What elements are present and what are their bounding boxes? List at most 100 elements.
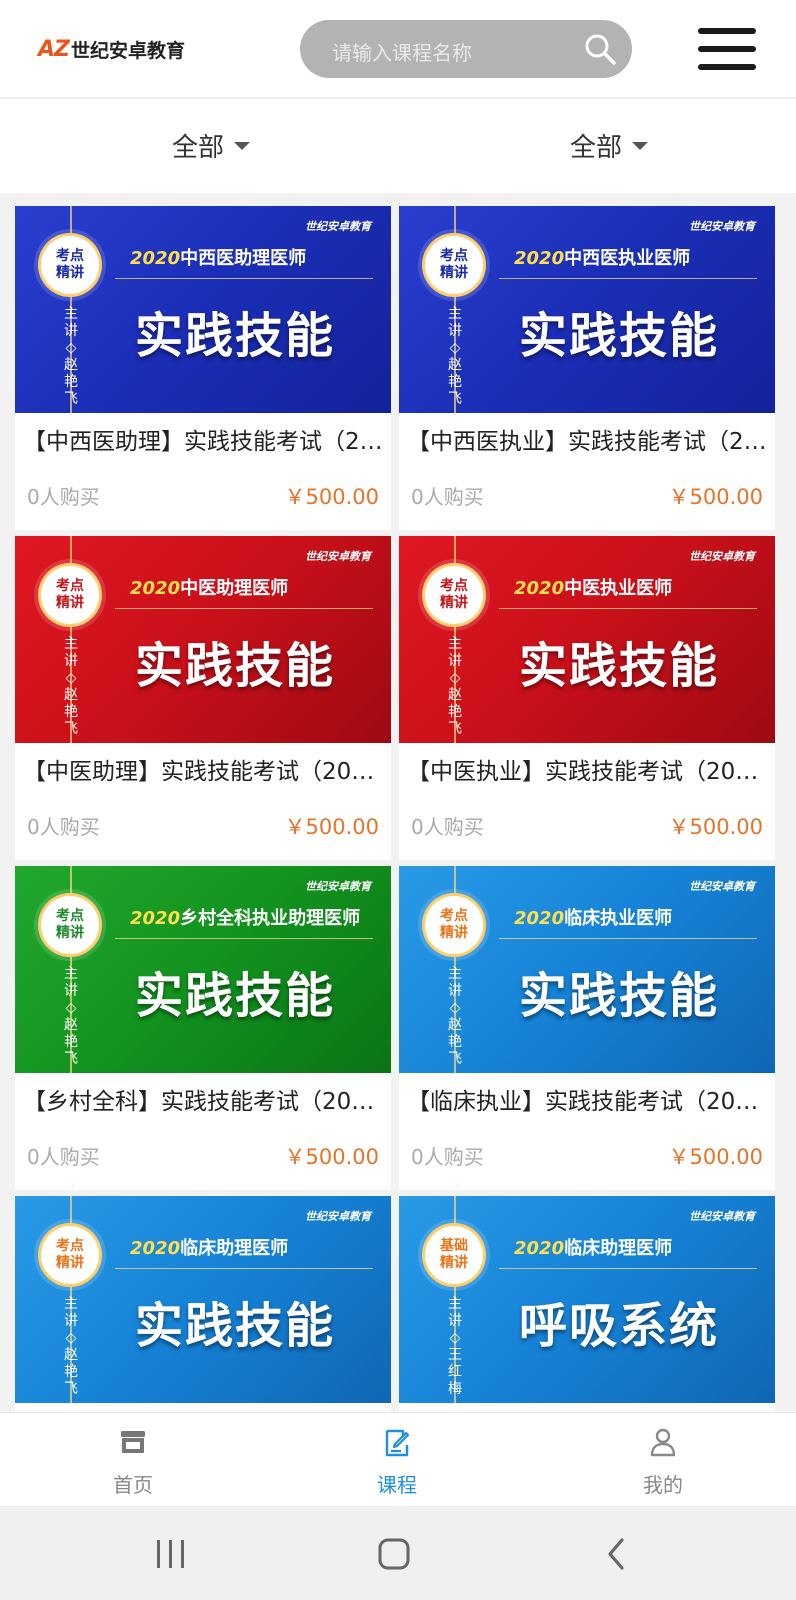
thumbnail-rule bbox=[115, 1268, 373, 1269]
brand-logo[interactable]: AZ 世纪安卓教育 bbox=[38, 36, 185, 62]
course-price: ￥500.00 bbox=[668, 815, 763, 839]
search-icon[interactable] bbox=[582, 31, 618, 67]
course-card[interactable]: 世纪安卓教育 考点 精讲 2020中医执业医师 实践技能 主讲◇赵艳飞 【中医执业】实践技能… bbox=[399, 536, 775, 860]
course-title[interactable]: 【乡村全科】实践技能考试（2020） bbox=[23, 1082, 385, 1116]
course-teacher: 主讲◇赵艳飞 bbox=[448, 306, 462, 407]
course-card[interactable]: 世纪安卓教育 考点 精讲 2020中西医执业医师 实践技能 主讲◇赵艳飞 【中西医执业】实践… bbox=[399, 206, 775, 530]
course-badge: 考点 精讲 bbox=[38, 893, 102, 957]
back-icon[interactable] bbox=[604, 1534, 630, 1574]
course-subtitle: 2020临床助理医师 bbox=[514, 1234, 672, 1260]
course-subtitle: 2020临床助理医师 bbox=[130, 1234, 288, 1260]
course-card[interactable]: 世纪安卓教育 考点 精讲 2020临床执业医师 实践技能 主讲◇赵艳飞 【临床执业】实践技能… bbox=[399, 866, 775, 1190]
course-thumbnail[interactable]: 世纪安卓教育 考点 精讲 2020临床执业医师 实践技能 主讲◇赵艳飞 bbox=[399, 866, 775, 1073]
thumbnail-brand: 世纪安卓教育 bbox=[305, 880, 371, 893]
bottom-tab-bar: 首页 课程 我的 bbox=[0, 1412, 796, 1506]
course-teacher: 主讲◇赵艳飞 bbox=[448, 966, 462, 1067]
course-badge: 考点 精讲 bbox=[38, 233, 102, 297]
badge-line-1: 考点 bbox=[56, 908, 84, 924]
thumbnail-rule bbox=[499, 938, 757, 939]
course-card[interactable]: 世纪安卓教育考点 精讲 2020乡村全科执业助理医师实践技能 主讲◇赵艳飞【乡村全科】… bbox=[15, 866, 391, 1190]
thumbnail-brand: 世纪安卓教育 bbox=[689, 1210, 755, 1223]
course-title[interactable]: 【中西医执业】实践技能考试（2020） bbox=[407, 422, 769, 456]
tab-courses[interactable]: 课程 bbox=[337, 1425, 457, 1498]
badge-line-1: 考点 bbox=[440, 248, 468, 264]
thumbnail-rule bbox=[499, 278, 757, 279]
tab-profile[interactable]: 我的 bbox=[603, 1425, 723, 1498]
badge-line-1: 考点 bbox=[56, 578, 84, 594]
caret-down-icon bbox=[632, 141, 649, 150]
home-icon[interactable] bbox=[376, 1534, 412, 1574]
buyer-count: 0人购买 bbox=[411, 485, 484, 509]
course-badge: 考点 精讲 bbox=[38, 1223, 102, 1287]
course-main-title: 呼吸系统 bbox=[518, 1298, 719, 1354]
course-thumbnail[interactable]: 世纪安卓教育 考点 精讲 2020临床助理医师 实践技能 主讲◇赵艳飞 bbox=[15, 1196, 391, 1403]
subtitle-year: 2020 bbox=[130, 1238, 181, 1259]
filter-dropdown-type[interactable]: 全部 bbox=[570, 127, 649, 164]
subtitle-year: 2020 bbox=[514, 1238, 565, 1259]
course-thumbnail[interactable]: 世纪安卓教育考点 精讲 2020中医助理医师实践技能 主讲◇赵艳飞 bbox=[15, 536, 391, 743]
course-thumbnail[interactable]: 世纪安卓教育 基础 精讲 2020临床助理医师 呼吸系统 主讲◇王红梅 bbox=[399, 1196, 775, 1403]
badge-line-2: 精讲 bbox=[440, 265, 468, 281]
badge-line-2: 精讲 bbox=[440, 925, 468, 941]
thumbnail-brand: 世纪安卓教育 bbox=[305, 550, 371, 563]
course-title[interactable]: 【中医执业】实践技能考试（2020） bbox=[407, 752, 769, 786]
course-teacher: 主讲◇赵艳飞 bbox=[64, 966, 78, 1067]
badge-line-1: 考点 bbox=[56, 1238, 84, 1254]
course-subtitle: 2020临床执业医师 bbox=[514, 904, 672, 930]
tab-label: 课程 bbox=[377, 1473, 417, 1497]
top-header: AZ 世纪安卓教育 请输入课程名称 bbox=[0, 0, 796, 98]
badge-line-1: 基础 bbox=[440, 1238, 468, 1254]
filter-bar: 全部 全部 bbox=[0, 99, 796, 193]
course-subtitle: 2020乡村全科执业助理医师 bbox=[130, 904, 360, 930]
badge-line-1: 考点 bbox=[56, 248, 84, 264]
thumbnail-rule bbox=[115, 938, 373, 939]
course-thumbnail[interactable]: 世纪安卓教育 考点 精讲 2020中医执业医师 实践技能 主讲◇赵艳飞 bbox=[399, 536, 775, 743]
badge-line-2: 精讲 bbox=[440, 595, 468, 611]
subtitle-year: 2020 bbox=[130, 578, 181, 599]
course-thumbnail[interactable]: 世纪安卓教育 考点 精讲 2020中西医执业医师 实践技能 主讲◇赵艳飞 bbox=[399, 206, 775, 413]
subtitle-year: 2020 bbox=[514, 578, 565, 599]
course-main-title: 实践技能 bbox=[134, 1298, 335, 1354]
badge-line-2: 精讲 bbox=[56, 595, 84, 611]
course-title[interactable]: 【临床执业】实践技能考试（2020） bbox=[407, 1082, 769, 1116]
subtitle-text: 中医执业医师 bbox=[564, 578, 673, 599]
course-thumbnail[interactable]: 世纪安卓教育 考点 精讲 2020中西医助理医师 实践技能 主讲◇赵艳飞 bbox=[15, 206, 391, 413]
course-price: ￥500.00 bbox=[284, 485, 379, 509]
search-input[interactable]: 请输入课程名称 bbox=[300, 20, 632, 78]
course-title[interactable]: 【中西医助理】实践技能考试（2020） bbox=[23, 422, 385, 456]
course-card[interactable]: 世纪安卓教育 考点 精讲 2020中西医助理医师 实践技能 主讲◇赵艳飞【中西医助理】实践… bbox=[15, 206, 391, 530]
course-price: ￥500.00 bbox=[284, 1145, 379, 1169]
thumbnail-rule bbox=[115, 278, 373, 279]
thumbnail-rule bbox=[499, 608, 757, 609]
badge-line-2: 精讲 bbox=[56, 1255, 84, 1271]
course-main-title: 实践技能 bbox=[134, 638, 335, 694]
person-icon bbox=[650, 1428, 676, 1457]
course-thumbnail[interactable]: 世纪安卓教育考点 精讲 2020乡村全科执业助理医师实践技能 主讲◇赵艳飞 bbox=[15, 866, 391, 1073]
recent-apps-icon[interactable] bbox=[154, 1534, 188, 1574]
course-badge: 考点 精讲 bbox=[422, 233, 486, 297]
course-main-title: 实践技能 bbox=[134, 968, 335, 1024]
filter-dropdown-category[interactable]: 全部 bbox=[172, 127, 251, 164]
course-badge: 基础 精讲 bbox=[422, 1223, 486, 1287]
course-subtitle: 2020中医助理医师 bbox=[130, 574, 288, 600]
hamburger-menu-icon[interactable] bbox=[698, 28, 756, 70]
subtitle-text: 临床助理医师 bbox=[180, 1238, 289, 1259]
tab-home[interactable]: 首页 bbox=[73, 1425, 193, 1498]
badge-line-1: 考点 bbox=[440, 578, 468, 594]
subtitle-text: 乡村全科执业助理医师 bbox=[180, 908, 361, 929]
buyer-count: 0人购买 bbox=[411, 815, 484, 839]
subtitle-text: 中医助理医师 bbox=[180, 578, 289, 599]
course-teacher: 主讲◇赵艳飞 bbox=[64, 636, 78, 737]
course-main-title: 实践技能 bbox=[518, 308, 719, 364]
course-subtitle: 2020中医执业医师 bbox=[514, 574, 672, 600]
course-title[interactable]: 【中医助理】实践技能考试（2020） bbox=[23, 752, 385, 786]
tab-label: 首页 bbox=[113, 1473, 153, 1497]
course-price: ￥500.00 bbox=[284, 815, 379, 839]
course-main-title: 实践技能 bbox=[518, 638, 719, 694]
course-subtitle: 2020中西医执业医师 bbox=[514, 244, 690, 270]
thumbnail-rule bbox=[499, 1268, 757, 1269]
course-price: ￥500.00 bbox=[668, 1145, 763, 1169]
course-card[interactable]: 世纪安卓教育考点 精讲 2020中医助理医师实践技能 主讲◇赵艳飞【中医助理】实践技能… bbox=[15, 536, 391, 860]
badge-line-1: 考点 bbox=[440, 908, 468, 924]
system-navigation-bar bbox=[0, 1506, 796, 1600]
